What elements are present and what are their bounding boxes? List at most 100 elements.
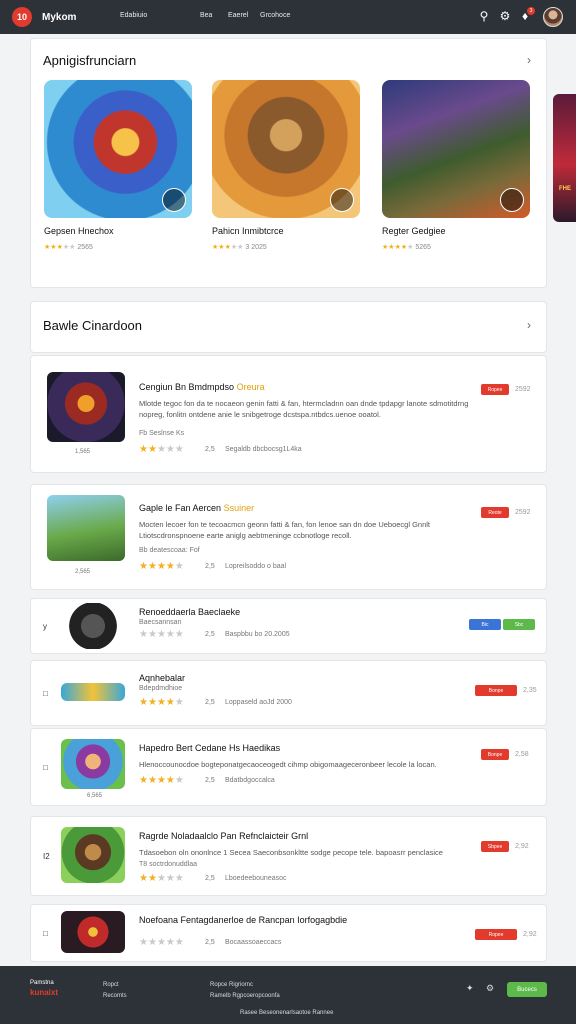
row-marker[interactable]: □ [43,689,48,698]
game-score: 2,92 [515,843,529,850]
game-name[interactable]: Gaple le Fan Aercen Ssuiner [139,503,254,513]
game-stats: Baspbbu bo 20.2005 [225,631,290,638]
carousel-next-tile[interactable]: FHE [553,94,576,222]
section-title: Bawle Cinardoon [43,318,143,333]
game-meta: Fb Seslnse Ks [139,430,185,437]
list-item[interactable]: □ Aqnhebalar ★★★★★ 2,5 Loppaseld aoJd 2000 B… [30,660,547,726]
game-title: Regter Gedgiee [382,226,446,236]
list-item[interactable]: □ Hapedro Bert Cedane Hs Haedikas Hlenocc… [30,728,547,806]
settings-icon[interactable]: ⚙ [498,9,512,23]
game-thumbnail [61,603,125,649]
play-button[interactable]: Reote [481,507,509,518]
game-thumbnail [61,739,125,789]
game-score: 2592 [515,386,531,393]
rating-value: 2,5 [205,777,215,784]
game-name[interactable]: Aqnhebalar [139,673,185,683]
play-button[interactable]: Ropee [475,929,517,940]
play-button[interactable]: Bonpe [481,749,509,760]
list-item[interactable]: □ Noefoana Fentagdanerloe de Rancpan Iorf… [30,904,547,962]
row-marker[interactable]: □ [43,929,48,938]
brand-name[interactable]: Mykom [42,12,76,23]
game-name[interactable]: Noefoana Fentagdanerloe de Rancpan Iorfo… [139,915,347,925]
game-tile[interactable]: Pahicn Inmibtcrce ★★★★★ 3 2025 [200,70,360,290]
row-marker[interactable]: □ [43,763,48,772]
list-item[interactable]: y Renoeddaerla Baeclaeke ★★★★★ 2,5 Baspbbu … [30,598,547,654]
section-header: Bawle Cinardoon › [30,301,547,353]
game-name[interactable]: Ragrde Noladaalclo Pan Refnclaicteir Grn… [139,831,308,841]
game-meta: Bb deatescoaa: Fof [139,547,200,554]
footer-logo-line: Pamstna [30,980,54,986]
download-count: 6,565 [87,793,103,799]
share-icon[interactable]: ✦ [466,983,474,994]
search-icon[interactable]: ⚲ [477,9,491,23]
game-title: Gepsen Hnechox [44,226,114,236]
game-stats: Lboedeebouneasoc [225,875,287,882]
game-tag: Bdepdmdhioe [139,685,183,692]
top-bar: 10 Mykom Edabiuio Bea Eaerel Grcohoce ⚲ … [0,0,576,34]
game-description: Tdasoebon oln ononlnce 1 Secea Saeconbso… [139,848,443,857]
game-name[interactable]: Hapedro Bert Cedane Hs Haedikas [139,743,280,753]
footer: Pamstna kunaixt Ropct Recomts Ropce Rigr… [0,966,576,1024]
footer-link[interactable]: Ropce Rigriornc [210,982,253,988]
chevron-right-icon[interactable]: › [527,53,531,67]
chevron-right-icon[interactable]: › [527,318,531,332]
game-rating: ★★★★★ 2565 [44,244,93,251]
game-tag: Baecsannsan [139,619,182,626]
row-marker[interactable]: I2 [43,852,50,861]
nav-item[interactable]: Eaerel [228,12,248,19]
rating-stars: ★★★★★ [139,561,184,572]
rating-stars: ★★★★★ [139,873,184,884]
download-count: 1,565 [75,449,91,455]
gear-icon[interactable]: ⚙ [486,983,494,994]
avatar[interactable] [543,7,563,27]
rating-value: 2,5 [205,563,215,570]
game-score: 2,92 [523,931,537,938]
game-stats: Bocaassoaeccacs [225,939,282,946]
game-meta: T8 soctrdonuddlaa [139,861,197,868]
footer-link[interactable]: Recomts [103,993,127,999]
notification-badge: 3 [527,7,535,15]
play-button[interactable]: Sbpee [481,841,509,852]
game-description: Mocten lecoer fon te tecoacmcn geonn fat… [139,520,431,540]
app-logo[interactable]: 10 [12,7,32,27]
featured-title: Apnigisfrunciarn [43,53,137,68]
game-tile[interactable]: Regter Gedgiee ★★★★★ 5265 [370,70,530,290]
play-button[interactable]: Ropee [481,384,509,395]
game-thumbnail [61,911,125,953]
rating-stars: ★★★★★ [139,775,184,786]
nav-item[interactable]: Edabiuio [120,12,147,19]
nav-item[interactable]: Bea [200,12,212,19]
rating-stars: ★★★★★ [212,244,244,251]
play-button[interactable]: Bonpe [475,685,517,696]
rating-value: 2,5 [205,446,215,453]
game-thumbnail [47,372,125,442]
rating-stars: ★★★★★ [44,244,76,251]
list-item[interactable]: I2 Ragrde Noladaalclo Pan Refnclaicteir G… [30,816,547,896]
list-item[interactable]: Gaple le Fan Aercen Ssuiner Mocten lecoer… [30,484,547,590]
game-description: Mlotde tegoc fon da te nocaeon genin fat… [139,399,469,419]
game-cover-image [44,80,192,218]
game-score: 2,35 [523,687,537,694]
game-stats: Lopreilsoddo o baal [225,563,287,570]
game-name[interactable]: Renoeddaerla Baeclaeke [139,607,240,617]
rating-value: 2,5 [205,699,215,706]
footer-link[interactable]: Ropct [103,982,119,988]
game-stats: Loppaseld aoJd 2000 [225,699,292,706]
nav-item[interactable]: Grcohoce [260,12,290,19]
game-cover-image [212,80,360,218]
footer-link[interactable]: Ramelb Rgpcoeropcoonfa [210,993,280,999]
green-action-button[interactable]: Sbc [503,619,535,630]
game-name[interactable]: Cengiun Bn Bmdmpdso Oreura [139,382,265,392]
list-item[interactable]: Cengiun Bn Bmdmpdso Oreura Mlotde tegoc f… [30,355,547,473]
rating-value: 2,5 [205,875,215,882]
blue-action-button[interactable]: Bic [469,619,501,630]
edge-tile-text: FHE [559,186,571,192]
row-marker[interactable]: y [43,622,47,631]
footer-logo[interactable]: kunaixt [30,988,58,997]
game-badge-icon [330,188,354,212]
game-tile[interactable]: Gepsen Hnechox ★★★★★ 2565 [32,70,192,290]
footer-button[interactable]: Bucecs [507,982,547,997]
game-thumbnail [61,683,125,701]
rating-stars: ★★★★★ [139,629,184,640]
game-title: Pahicn Inmibtcrce [212,226,284,236]
